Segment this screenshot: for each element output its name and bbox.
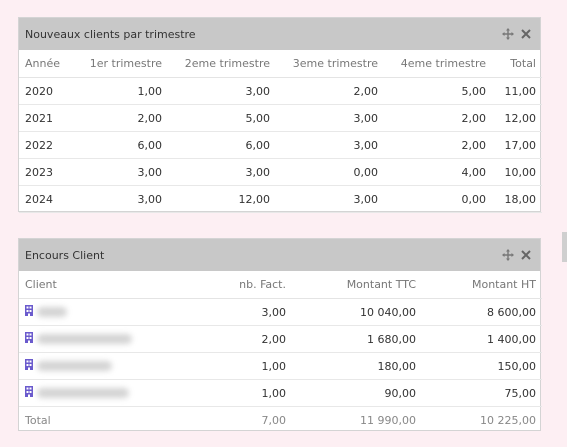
widget-header[interactable]: Nouveaux clients par trimestre: [19, 18, 540, 50]
cell-nb-fact: 2,00: [174, 325, 292, 353]
col-montant-ttc[interactable]: Montant TTC: [292, 271, 422, 299]
cell-value: 5,00: [168, 104, 276, 132]
cell-year: 2021: [19, 104, 81, 132]
table-row: 2023 3,00 3,00 0,00 4,00 10,00: [19, 158, 542, 186]
cell-client[interactable]: [19, 298, 174, 326]
cell-value: 2,00: [81, 104, 168, 132]
cell-value: 3,00: [276, 104, 384, 132]
cell-value: 6,00: [81, 131, 168, 159]
cell-montant-ht: 150,00: [422, 352, 542, 380]
cell-value: 0,00: [276, 158, 384, 186]
cell-year: 2023: [19, 158, 81, 186]
table-row: 1,00 180,00 150,00: [19, 352, 542, 380]
cell-value: 3,00: [168, 158, 276, 186]
col-client[interactable]: Client: [19, 271, 174, 299]
table-row: 1,00 90,00 75,00: [19, 379, 542, 407]
cell-total: 10,00: [492, 158, 542, 186]
table-row: 3,00 10 040,00 8 600,00: [19, 298, 542, 326]
widget-title: Encours Client: [25, 248, 105, 262]
cell-montant-ht: 75,00: [422, 379, 542, 407]
total-montant-ttc: 11 990,00: [360, 413, 416, 427]
client-name-redacted: [37, 388, 129, 398]
client-name-redacted: [37, 307, 67, 317]
client-name-redacted: [37, 334, 132, 344]
widget-header[interactable]: Encours Client: [19, 239, 540, 271]
table-header-row: Année 1er trimestre 2eme trimestre 3eme …: [19, 50, 542, 78]
encours-client-table: Client nb. Fact. Montant TTC Montant HT …: [19, 271, 542, 433]
cell-nb-fact: 1,00: [174, 352, 292, 380]
col-montant-ht[interactable]: Montant HT: [422, 271, 542, 299]
cell-montant-ttc: 1 680,00: [292, 325, 422, 353]
cell-value: 3,00: [276, 185, 384, 213]
close-icon[interactable]: [518, 247, 534, 263]
building-icon[interactable]: [25, 386, 33, 400]
cell-value: 2,00: [276, 77, 384, 105]
cell-montant-ht: 1 400,00: [422, 325, 542, 353]
move-icon[interactable]: [500, 26, 516, 42]
cell-nb-fact: 1,00: [174, 379, 292, 407]
cell-value: 4,00: [384, 158, 492, 186]
cell-montant-ht: 8 600,00: [422, 298, 542, 326]
cell-year: 2024: [19, 185, 81, 213]
cell-value: 3,00: [81, 158, 168, 186]
client-name-redacted: [37, 361, 112, 371]
cell-total: 18,00: [492, 185, 542, 213]
close-icon[interactable]: [518, 26, 534, 42]
cell-montant-ttc: 180,00: [292, 352, 422, 380]
widget-title: Nouveaux clients par trimestre: [25, 27, 196, 41]
cell-montant-ttc: 10 040,00: [292, 298, 422, 326]
cell-nb-fact: 3,00: [174, 298, 292, 326]
cell-montant-ttc: 90,00: [292, 379, 422, 407]
cell-value: 12,00: [168, 185, 276, 213]
building-icon[interactable]: [25, 332, 33, 346]
table-row: 2021 2,00 5,00 3,00 2,00 12,00: [19, 104, 542, 132]
scrollbar-thumb[interactable]: [562, 232, 567, 262]
cell-value: 2,00: [384, 131, 492, 159]
table-header-row: Client nb. Fact. Montant TTC Montant HT: [19, 271, 542, 299]
table-row: 2022 6,00 6,00 3,00 2,00 17,00: [19, 131, 542, 159]
cell-value: 5,00: [384, 77, 492, 105]
cell-total: 12,00: [492, 104, 542, 132]
table-row: 2024 3,00 12,00 3,00 0,00 18,00: [19, 185, 542, 213]
col-t1[interactable]: 1er trimestre: [81, 50, 168, 78]
cell-year: 2020: [19, 77, 81, 105]
cell-client[interactable]: [19, 379, 174, 407]
total-montant-ht: 10 225,00: [480, 413, 536, 427]
col-nb-fact[interactable]: nb. Fact.: [174, 271, 292, 299]
cell-total: 17,00: [492, 131, 542, 159]
col-t4[interactable]: 4eme trimestre: [384, 50, 492, 78]
cell-year: 2022: [19, 131, 81, 159]
total-nb-fact: 7,00: [261, 413, 287, 427]
cell-value: 3,00: [168, 77, 276, 105]
cell-client[interactable]: [19, 352, 174, 380]
cell-value: 2,00: [384, 104, 492, 132]
cell-value: 3,00: [81, 185, 168, 213]
col-total[interactable]: Total: [492, 50, 542, 78]
col-t2[interactable]: 2eme trimestre: [168, 50, 276, 78]
widget-encours-client: Encours Client Client nb. Fact. Montant …: [18, 238, 542, 433]
col-t3[interactable]: 3eme trimestre: [276, 50, 384, 78]
new-clients-table: Année 1er trimestre 2eme trimestre 3eme …: [19, 50, 542, 213]
building-icon[interactable]: [25, 305, 33, 319]
col-annee[interactable]: Année: [19, 50, 81, 78]
move-icon[interactable]: [500, 247, 516, 263]
total-label: Total: [25, 413, 51, 427]
cell-value: 1,00: [81, 77, 168, 105]
cell-value: 6,00: [168, 131, 276, 159]
total-row: Total 7,00 11 990,00 10 225,00: [19, 407, 542, 434]
table-row: 2,00 1 680,00 1 400,00: [19, 325, 542, 353]
table-row: 2020 1,00 3,00 2,00 5,00 11,00: [19, 77, 542, 105]
cell-value: 3,00: [276, 131, 384, 159]
widget-new-clients: Nouveaux clients par trimestre Année 1er…: [18, 17, 542, 213]
cell-value: 0,00: [384, 185, 492, 213]
cell-client[interactable]: [19, 325, 174, 353]
building-icon[interactable]: [25, 359, 33, 373]
cell-total: 11,00: [492, 77, 542, 105]
